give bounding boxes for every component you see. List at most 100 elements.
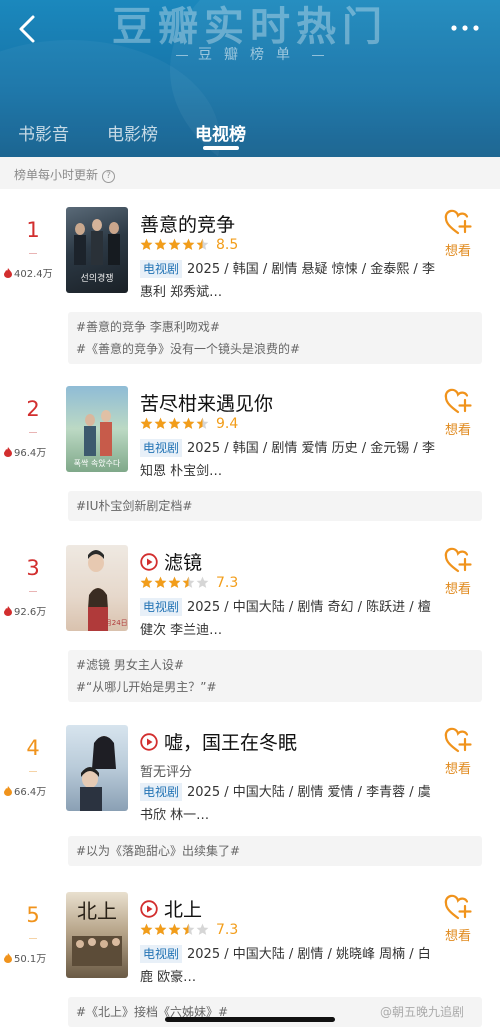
rank-number: 5 [26, 903, 40, 927]
show-description: 电视剧 2025 / 中国大陆 / 剧情 奇幻 / 陈跃进 / 檀健次 李兰迪… [140, 596, 440, 642]
heat-value: 66.4万 [14, 787, 47, 798]
rating: 7.3 [140, 922, 238, 940]
heat-value: 92.6万 [14, 607, 47, 618]
play-icon[interactable] [140, 733, 158, 751]
rank-number: 1 [26, 218, 40, 242]
poster-image[interactable]: 선의경쟁 [66, 207, 128, 293]
rank-divider [29, 591, 37, 592]
tab-tv-chart[interactable]: 电视榜 [195, 120, 246, 145]
svg-text:2月24日: 2月24日 [100, 619, 127, 627]
desc-line2: 惠利 郑秀斌… [140, 285, 223, 300]
tab-books-movies-music[interactable]: 书影音 [18, 120, 69, 145]
svg-text:北上: 北上 [77, 899, 117, 923]
rating: 9.4 [140, 416, 238, 434]
rank-number: 4 [26, 736, 40, 760]
show-title[interactable]: 嘘，国王在冬眠 [140, 728, 297, 755]
rating: 8.5 [140, 237, 238, 255]
poster-image[interactable]: 北上 [66, 892, 128, 978]
topic-link[interactable]: #以为《落跑甜心》出续集了# [76, 840, 474, 862]
rating-score: 7.3 [216, 575, 239, 591]
genre-tag: 电视剧 [140, 783, 183, 801]
poster-figures: 선의경쟁 [74, 219, 120, 284]
flame-icon [4, 786, 12, 796]
show-title[interactable]: 苦尽柑来遇见你 [140, 389, 273, 416]
desc-line2: 鹿 欧豪… [140, 970, 197, 985]
desc-line2: 书欣 林一… [140, 808, 210, 823]
poster-figures: 폭싹 속았수다 [74, 410, 121, 468]
topic-link[interactable]: #“从哪儿开始是男主？”# [76, 676, 474, 698]
poster-image[interactable]: 폭싹 속았수다 [66, 386, 128, 472]
desc-line1: 2025 / 中国大陆 / 剧情 奇幻 / 陈跃进 / 檀 [187, 600, 431, 615]
genre-tag: 电视剧 [140, 945, 183, 963]
flame-icon [4, 606, 12, 616]
rank-number: 3 [26, 556, 40, 580]
topic-box: #善意的竞争 李惠利吻戏# #《善意的竞争》没有一个镜头是浪费的# [68, 312, 482, 364]
genre-tag: 电视剧 [140, 439, 183, 457]
update-note: 榜单每小时更新 [14, 168, 99, 182]
heart-plus-icon [444, 547, 472, 573]
show-title[interactable]: 北上 [140, 895, 202, 922]
show-description: 电视剧 2025 / 中国大陆 / 剧情 / 姚晓峰 周楠 / 白鹿 欧豪… [140, 943, 440, 989]
heat-count: 50.1万 [4, 950, 68, 965]
rating-score: 8.5 [216, 237, 239, 253]
no-rating-text: 暂无评分 [140, 765, 193, 780]
want-to-watch-button[interactable]: 想看 [440, 546, 476, 597]
heart-plus-icon [444, 209, 472, 235]
poster-figures [80, 736, 116, 811]
show-description: 电视剧 2025 / 韩国 / 剧情 爱情 历史 / 金元锡 / 李知恩 朴宝剑… [140, 437, 440, 483]
heat-value: 96.4万 [14, 448, 47, 459]
show-title[interactable]: 滤镜 [140, 548, 202, 575]
rank-divider [29, 253, 37, 254]
desc-line2: 健次 李兰迪… [140, 623, 223, 638]
svg-text:폭싹 속았수다: 폭싹 속았수다 [74, 458, 121, 468]
topic-link[interactable]: #滤镜 男女主人设# [76, 654, 474, 676]
star-rating [140, 923, 210, 940]
svg-text:선의경쟁: 선의경쟁 [80, 272, 113, 284]
topic-box: #滤镜 男女主人设# #“从哪儿开始是男主？”# [68, 650, 482, 702]
poster-image[interactable] [66, 725, 128, 811]
active-tab-indicator [203, 146, 239, 150]
heart-plus-icon [444, 727, 472, 753]
heat-value: 50.1万 [14, 954, 47, 965]
heat-count: 92.6万 [4, 603, 68, 618]
topic-link[interactable]: #IU朴宝剑新剧定档# [76, 495, 474, 517]
want-to-watch-button[interactable]: 想看 [440, 208, 476, 259]
rank-number: 2 [26, 397, 40, 421]
topic-link[interactable]: #《善意的竞争》没有一个镜头是浪费的# [76, 338, 474, 360]
tab-movie-chart[interactable]: 电影榜 [107, 120, 158, 145]
subtitle-text: 豆瓣榜单 [198, 47, 302, 63]
genre-tag: 电视剧 [140, 260, 183, 278]
more-dots-icon[interactable] [450, 20, 480, 36]
want-label: 想看 [444, 244, 471, 259]
flame-icon [4, 447, 12, 457]
want-to-watch-button[interactable]: 想看 [440, 726, 476, 777]
want-to-watch-button[interactable]: 想看 [440, 893, 476, 944]
star-rating [140, 238, 210, 255]
want-to-watch-button[interactable]: 想看 [440, 387, 476, 438]
update-note-bar: 榜单每小时更新? [0, 157, 500, 189]
poster-figures: 北上 [72, 899, 122, 966]
star-rating [140, 417, 210, 434]
show-title[interactable]: 善意的竞争 [140, 210, 235, 237]
flame-icon [4, 268, 12, 278]
show-title-text: 滤镜 [164, 552, 203, 574]
desc-line1: 2025 / 韩国 / 剧情 悬疑 惊悚 / 金泰熙 / 李 [187, 262, 435, 277]
heart-plus-icon [444, 388, 472, 414]
poster-image[interactable]: 2月24日 [66, 545, 128, 631]
header: 豆瓣实时热门 豆瓣榜单 书影音 电影榜 电视榜 [0, 0, 500, 157]
topic-link[interactable]: #善意的竞争 李惠利吻戏# [76, 316, 474, 338]
topic-box: #IU朴宝剑新剧定档# [68, 491, 482, 521]
rank-divider [29, 771, 37, 772]
want-label: 想看 [444, 929, 471, 944]
page-banner-subtitle: 豆瓣榜单 [0, 44, 500, 64]
want-label: 想看 [444, 582, 471, 597]
play-icon[interactable] [140, 900, 158, 918]
rating: 7.3 [140, 575, 238, 593]
play-icon[interactable] [140, 553, 158, 571]
help-icon[interactable]: ? [102, 170, 116, 183]
heat-value: 402.4万 [14, 269, 53, 280]
rank-divider [29, 938, 37, 939]
home-indicator [165, 1017, 335, 1022]
rating-score: 7.3 [216, 922, 239, 938]
chevron-left-icon[interactable] [14, 12, 44, 46]
